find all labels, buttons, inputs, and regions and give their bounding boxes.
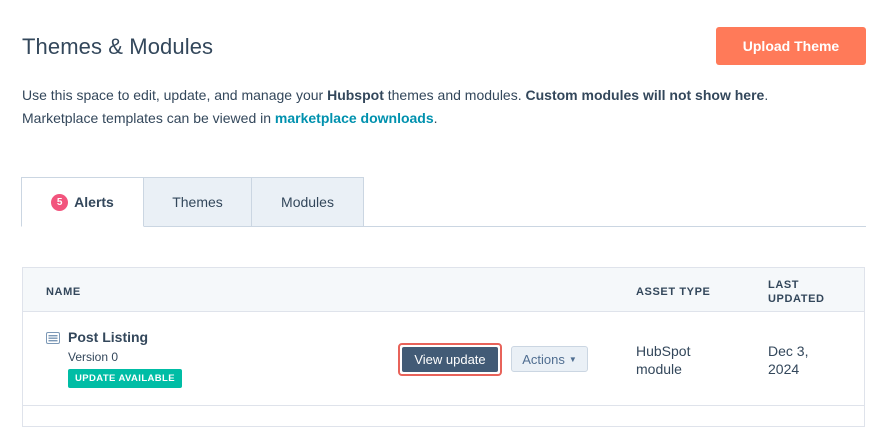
update-available-tag: UPDATE AVAILABLE — [68, 369, 182, 388]
tab-divider — [363, 226, 866, 227]
caret-down-icon: ▼ — [568, 354, 577, 364]
marketplace-downloads-link[interactable]: marketplace downloads — [275, 110, 434, 126]
asset-name[interactable]: Post Listing — [68, 329, 148, 345]
column-header-asset-type[interactable]: ASSET TYPE — [636, 285, 710, 299]
tab-modules-label: Modules — [281, 194, 334, 210]
tab-themes-label: Themes — [172, 194, 223, 210]
view-update-highlight: View update — [398, 343, 502, 376]
page-title: Themes & Modules — [22, 34, 214, 59]
last-updated-cell: Dec 3, 2024 — [768, 343, 809, 377]
hubspot-text: Hubspot — [327, 87, 384, 103]
tab-bar: 5 Alerts Themes Modules — [21, 177, 364, 227]
column-header-last-updated[interactable]: LAST UPDATED — [768, 278, 825, 306]
row-divider — [22, 405, 865, 406]
tab-themes[interactable]: Themes — [144, 177, 252, 227]
module-icon — [46, 332, 60, 344]
asset-version: Version 0 — [68, 350, 119, 364]
view-update-button[interactable]: View update — [402, 347, 498, 372]
tab-modules[interactable]: Modules — [252, 177, 364, 227]
alerts-count-badge: 5 — [51, 193, 69, 211]
custom-modules-note: Custom modules will not show here — [525, 87, 765, 103]
actions-label: Actions — [522, 351, 565, 367]
table-header — [23, 268, 864, 312]
upload-theme-button[interactable]: Upload Theme — [716, 27, 866, 65]
page-description: Use this space to edit, update, and mana… — [22, 87, 769, 126]
column-header-name[interactable]: NAME — [46, 285, 81, 299]
tab-alerts[interactable]: 5 Alerts — [21, 177, 144, 227]
actions-dropdown[interactable]: Actions ▼ — [511, 346, 588, 372]
tab-alerts-label: Alerts — [74, 194, 114, 210]
asset-type-cell: HubSpot module — [636, 343, 691, 377]
